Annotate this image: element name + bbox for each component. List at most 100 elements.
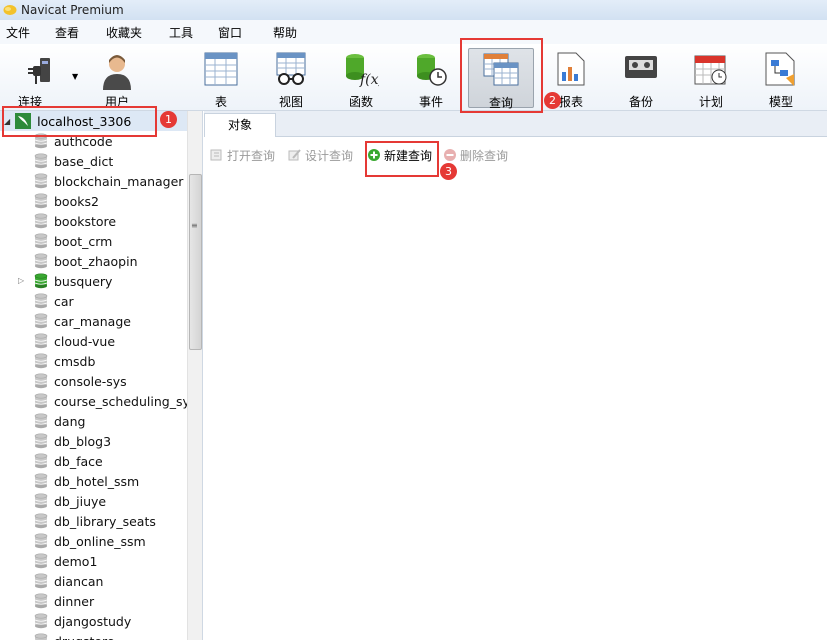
database-label: db_hotel_ssm [54, 473, 140, 489]
database-label: blockchain_manager [54, 173, 184, 189]
view-button[interactable]: 视图 [261, 48, 321, 109]
main-toolbar: 连接 ▼ 用户 表 视图 f(x 函数 事件 查询 报表 备份 计划 模型 [0, 44, 827, 111]
database-list: authcode base_dict blockchain_manager books… [0, 131, 201, 640]
scrollbar-thumb[interactable] [189, 174, 202, 350]
database-item[interactable]: console-sys [0, 371, 187, 391]
model-icon [765, 52, 795, 86]
database-label: db_library_seats [54, 513, 156, 529]
database-icon [34, 473, 48, 489]
database-item[interactable]: boot_zhaopin [0, 251, 187, 271]
view-label: 视图 [278, 95, 303, 109]
database-item[interactable]: db_online_ssm [0, 531, 187, 551]
tab-objects[interactable]: 对象 [204, 113, 276, 137]
database-icon [34, 553, 48, 569]
database-label: dinner [54, 593, 95, 609]
database-icon [34, 153, 48, 169]
database-item[interactable]: db_hotel_ssm [0, 471, 187, 491]
connect-button[interactable]: 连接 [10, 48, 72, 109]
database-item[interactable]: base_dict [0, 151, 187, 171]
database-label: books2 [54, 193, 99, 209]
database-label: base_dict [54, 153, 114, 169]
database-item[interactable]: db_face [0, 451, 187, 471]
database-item[interactable]: bookstore [0, 211, 187, 231]
menu-file[interactable]: 文件 [6, 24, 30, 41]
delete-query-label: 删除查询 [460, 148, 509, 163]
menu-window[interactable]: 窗口 [218, 24, 242, 41]
annotation-badge-3: 3 [440, 163, 457, 180]
report-chart-icon [557, 52, 585, 86]
database-item[interactable]: boot_crm [0, 231, 187, 251]
database-icon [34, 373, 48, 389]
menu-view[interactable]: 查看 [55, 24, 79, 41]
database-label: boot_crm [54, 233, 113, 249]
open-query-button[interactable]: 打开查询 [210, 146, 275, 164]
database-item[interactable]: db_library_seats [0, 511, 187, 531]
delete-query-button[interactable]: 删除查询 [443, 146, 508, 164]
table-button[interactable]: 表 [191, 48, 251, 109]
menu-favorites[interactable]: 收藏夹 [106, 24, 142, 41]
database-label: db_online_ssm [54, 533, 146, 549]
model-button[interactable]: 模型 [751, 48, 811, 109]
database-item[interactable]: blockchain_manager [0, 171, 187, 191]
database-icon [34, 593, 48, 609]
database-icon [34, 573, 48, 589]
table-label: 表 [214, 95, 227, 109]
database-item[interactable]: cloud-vue [0, 331, 187, 351]
scrollbar-grip-icon: ≡ [191, 221, 198, 230]
database-item[interactable]: db_jiuye [0, 491, 187, 511]
database-label: boot_zhaopin [54, 253, 138, 269]
annotation-box-query [460, 38, 543, 113]
database-label: course_scheduling_syst [54, 393, 202, 409]
database-icon [34, 333, 48, 349]
menu-tools[interactable]: 工具 [169, 24, 193, 41]
schedule-button[interactable]: 计划 [681, 48, 741, 109]
database-item[interactable]: course_scheduling_syst [0, 391, 201, 411]
database-item[interactable]: drugstore [0, 631, 187, 640]
database-icon [34, 393, 48, 409]
annotation-box-new-query [365, 141, 439, 177]
database-label: console-sys [54, 373, 127, 389]
database-icon [34, 633, 48, 640]
database-item[interactable]: demo1 [0, 551, 187, 571]
database-item[interactable]: db_blog3 [0, 431, 187, 451]
database-icon [34, 293, 48, 309]
connection-tree: ◢ localhost_3306 authcode base_dict blockc… [0, 111, 203, 640]
design-query-button[interactable]: 设计查询 [288, 146, 353, 164]
database-icon [34, 613, 48, 629]
database-item[interactable]: car [0, 291, 187, 311]
annotation-badge-2: 2 [544, 92, 561, 109]
database-item[interactable]: dang [0, 411, 187, 431]
backup-tape-icon [625, 56, 657, 78]
function-button[interactable]: f(x) 函数 [331, 48, 391, 109]
database-item[interactable]: cmsdb [0, 351, 187, 371]
design-query-icon [288, 149, 301, 161]
database-item[interactable]: djangostudy [0, 611, 187, 631]
database-item[interactable]: books2 [0, 191, 187, 211]
menu-help[interactable]: 帮助 [273, 24, 297, 41]
database-icon [34, 313, 48, 329]
database-label: cloud-vue [54, 333, 116, 349]
title-bar: Navicat Premium [0, 0, 827, 20]
database-label: drugstore [54, 634, 115, 640]
database-label: djangostudy [54, 613, 132, 629]
database-label: busquery [54, 273, 113, 289]
database-item[interactable]: dinner [0, 591, 187, 611]
database-icon [34, 413, 48, 429]
database-item[interactable]: diancan [0, 571, 187, 591]
event-button[interactable]: 事件 [401, 48, 461, 109]
expand-arrow-icon[interactable]: ▷ [18, 276, 24, 285]
tab-strip: 对象 [204, 111, 827, 137]
database-icon [34, 513, 48, 529]
sidebar-scrollbar[interactable]: ≡ [187, 111, 202, 640]
backup-button[interactable]: 备份 [611, 48, 671, 109]
database-item[interactable]: ▷ busquery [0, 271, 187, 291]
database-icon [34, 213, 48, 229]
user-icon [103, 55, 131, 90]
open-query-label: 打开查询 [227, 148, 276, 163]
connect-dropdown-icon[interactable]: ▼ [72, 72, 78, 81]
object-toolbar: 打开查询 设计查询 新建查询 删除查询 [204, 143, 827, 165]
database-icon [34, 533, 48, 549]
database-item[interactable]: car_manage [0, 311, 187, 331]
user-button[interactable]: 用户 [87, 48, 147, 109]
window-title: Navicat Premium [21, 3, 124, 17]
